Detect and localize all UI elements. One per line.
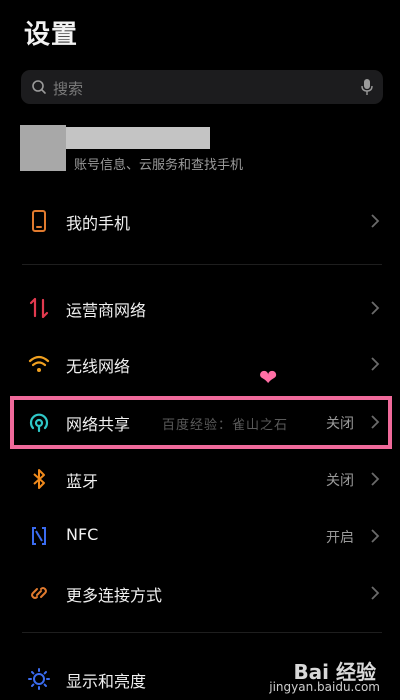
- account-name-redacted: [66, 127, 210, 149]
- chevron-right-icon: [371, 357, 380, 371]
- chevron-right-icon: [371, 214, 380, 228]
- brightness-icon: [28, 668, 50, 690]
- phone-icon: [32, 210, 46, 232]
- avatar[interactable]: [20, 125, 66, 171]
- watermark-text: 百度经验：雀山之石: [162, 418, 289, 433]
- settings-item-label: 我的手机: [66, 214, 131, 233]
- settings-item-label: 运营商网络: [66, 301, 147, 320]
- search-bar[interactable]: 搜索: [21, 70, 383, 104]
- wifi-icon: [28, 355, 50, 372]
- page-title: 设置: [24, 20, 79, 50]
- settings-item-value: 开启: [326, 530, 354, 546]
- search-input[interactable]: 搜索: [53, 78, 83, 99]
- link-icon: [31, 587, 47, 599]
- settings-item-my-phone[interactable]: 我的手机: [0, 196, 400, 246]
- nfc-icon: [32, 527, 46, 545]
- settings-item-label: 蓝牙: [66, 472, 99, 491]
- settings-item-label: NFC: [66, 525, 99, 544]
- chevron-right-icon: [371, 472, 380, 486]
- settings-item-bluetooth[interactable]: 蓝牙 关闭: [0, 454, 400, 504]
- chevron-right-icon: [371, 529, 380, 543]
- search-icon: [32, 80, 46, 94]
- chevron-right-icon: [371, 301, 380, 315]
- mic-icon[interactable]: [360, 78, 374, 96]
- settings-item-carrier-network[interactable]: 运营商网络: [0, 283, 400, 333]
- cellular-arrows-icon: [29, 297, 49, 319]
- chevron-right-icon: [371, 586, 380, 600]
- settings-item-more-connections[interactable]: 更多连接方式: [0, 568, 400, 618]
- baidu-jingyan-url: jingyan.baidu.com: [269, 680, 380, 694]
- bluetooth-icon: [33, 469, 45, 489]
- account-subtitle[interactable]: 账号信息、云服务和查找手机: [74, 154, 243, 173]
- heart-icon: ❤: [259, 366, 278, 391]
- divider: [22, 632, 382, 633]
- settings-item-label: 无线网络: [66, 357, 131, 376]
- divider: [22, 264, 382, 265]
- settings-item-wifi[interactable]: 无线网络: [0, 339, 400, 389]
- settings-item-label: 更多连接方式: [66, 586, 163, 605]
- settings-item-label: 显示和亮度: [66, 672, 147, 691]
- settings-item-nfc[interactable]: NFC 开启: [0, 511, 400, 561]
- settings-item-value: 关闭: [326, 473, 354, 489]
